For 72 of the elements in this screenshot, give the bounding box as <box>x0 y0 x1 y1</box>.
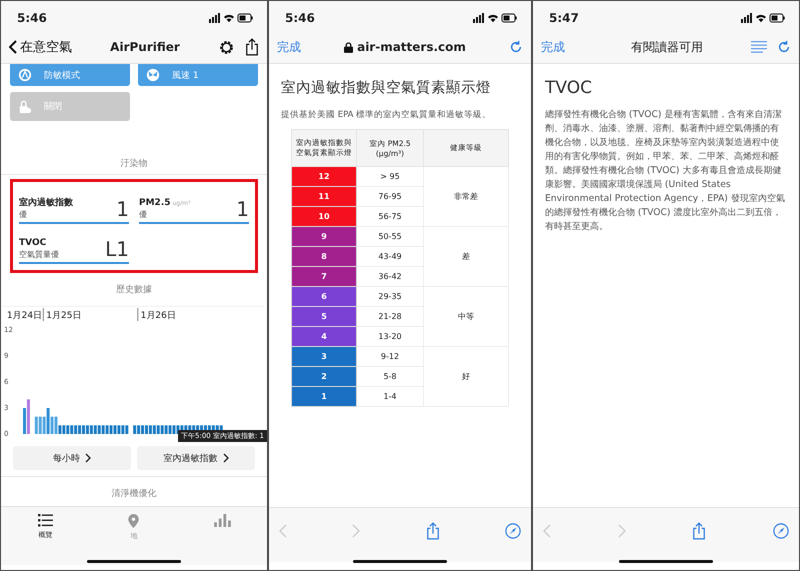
level-cell: 10 <box>292 206 356 226</box>
chevron-icon <box>222 453 228 463</box>
pollutant-card[interactable]: TVOC 空氣質量優 L1 <box>19 230 129 264</box>
level-cell: 9 <box>292 226 356 246</box>
fan-icon <box>146 68 160 82</box>
filter-button[interactable]: 室內過敏指數 <box>137 446 255 470</box>
level-cell: 8 <box>292 246 356 266</box>
pollutant-value: 1 <box>236 198 249 220</box>
table-cell: 29-35 <box>356 286 424 306</box>
table-cell: 50-55 <box>356 226 424 246</box>
lock-icon <box>344 42 354 52</box>
done-button[interactable]: 完成 <box>541 38 565 56</box>
pollutant-value: L1 <box>105 238 129 260</box>
article-text: 總揮發性有機化合物 (TVOC) 是種有害氣體，含有來自清潔劑、消毒水、油漆、塗層、溶劑、黏著劑中經空氣傳播的有機化合物，以及地毯、座椅及床墊等室內裝潢製造過程中使用的有害化學物質。例如，甲苯、苯、二甲苯、高烯烴和醛類。總揮發性有機化合物 (TVOC) 大多有毒且會造成長期健康影響。美國國家環境保護局 (United States Environmental Protection Agency，EPA) 發現室內空氣的總揮發性有機化合物 (TVOC) 濃度比室外高出二到五倍，有時甚至更高。 <box>545 108 786 234</box>
section-header: 汙染物 <box>1 157 267 175</box>
chevron-icon <box>85 453 91 463</box>
status-time: 5:46 <box>285 11 315 25</box>
level-cell: 1 <box>292 386 356 406</box>
screen-title: 有閱讀器可用 <box>630 38 704 56</box>
level-cell: 12 <box>292 166 356 186</box>
reader-icon[interactable] <box>751 41 767 53</box>
status-icons <box>209 13 253 23</box>
status-icons <box>741 13 785 23</box>
compass-icon[interactable] <box>772 523 789 539</box>
level-cell: 6 <box>292 286 356 306</box>
level-cell: 4 <box>292 326 356 346</box>
article-heading: TVOC <box>545 78 593 98</box>
pollutant-name: TVOC <box>19 238 46 248</box>
address-text[interactable]: air-matters.com <box>357 40 466 54</box>
section-header: 歷史數據 <box>115 284 153 297</box>
map-pin-icon <box>128 514 140 528</box>
status-time: 5:46 <box>17 11 47 25</box>
back-button[interactable]: 在意空氣 <box>9 38 72 56</box>
table-cell: 中等 <box>424 286 508 346</box>
share-icon[interactable] <box>245 38 259 56</box>
pollutant-grade: 優 <box>139 209 148 220</box>
reload-icon[interactable] <box>509 40 523 54</box>
table-cell: > 95 <box>356 166 424 186</box>
intro-text: 提供基於美國 EPA 標準的室內空氣質量和過敏等級。 <box>281 109 492 121</box>
page-heading: 室內過敏指數與空氣質素顯示燈 <box>281 78 492 97</box>
compass-icon[interactable] <box>504 523 521 539</box>
level-cell: 7 <box>292 266 356 286</box>
table-cell: 非常差 <box>424 166 508 226</box>
x-tick-label: 1月26日 <box>140 311 176 321</box>
table-cell: 好 <box>424 346 508 406</box>
level-cell: 5 <box>292 306 356 326</box>
table-cell: 差 <box>424 226 508 286</box>
pollutant-grade: 空氣質量優 <box>19 249 59 260</box>
level-cell: 3 <box>292 346 356 366</box>
list-icon <box>38 514 53 527</box>
pollutant-grade: 優 <box>19 209 28 220</box>
status-icons <box>473 13 517 23</box>
pollutant-value: 1 <box>116 198 129 220</box>
back-chevron-icon <box>9 40 17 54</box>
level-cell: 2 <box>292 366 356 386</box>
reload-icon[interactable] <box>777 40 791 54</box>
section-header: 清淨機優化 <box>110 488 158 501</box>
pollutant-name: 室內過敏指數 <box>19 198 73 208</box>
bar-chart-icon <box>214 514 232 527</box>
screen-title: AirPurifier <box>109 40 181 54</box>
x-tick-label: 1月24日 <box>6 311 42 321</box>
lock-icon <box>18 100 32 114</box>
pollutant-card[interactable]: 室內過敏指數 優 1 <box>19 190 129 224</box>
status-time: 5:47 <box>549 11 579 25</box>
level-cell: 11 <box>292 186 356 206</box>
done-button[interactable]: 完成 <box>277 38 301 56</box>
pollutant-name: PM2.5 <box>139 198 170 208</box>
filter-button[interactable]: 每小時 <box>13 446 131 470</box>
settings-icon[interactable] <box>218 38 235 56</box>
table-cell: 9-12 <box>356 346 424 366</box>
x-tick-label: 1月25日 <box>46 311 82 321</box>
mode-icon <box>18 68 32 82</box>
